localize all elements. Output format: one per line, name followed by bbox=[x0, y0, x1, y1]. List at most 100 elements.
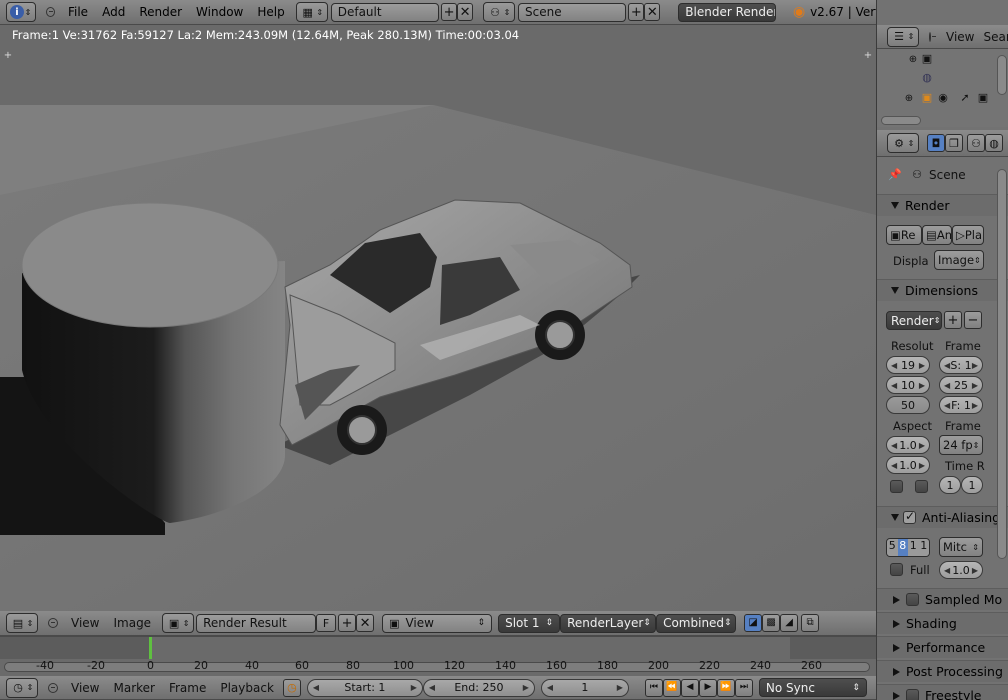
pin-image-button[interactable]: ⧉ bbox=[801, 614, 820, 632]
current-frame-indicator[interactable] bbox=[149, 637, 152, 659]
border-checkbox[interactable] bbox=[890, 480, 903, 493]
display-dropdown[interactable]: Image ⇕ bbox=[934, 250, 984, 270]
menu-view[interactable]: View bbox=[64, 681, 106, 695]
render-animation-button[interactable]: ▤ An bbox=[922, 225, 952, 245]
tab-scene[interactable]: ⚇ bbox=[967, 134, 985, 152]
aspect-x-field[interactable]: ◀ 1.0 ▶ bbox=[886, 436, 930, 454]
menu-playback[interactable]: Playback bbox=[213, 681, 281, 695]
render-layer-dropdown[interactable]: RenderLayer ⇕ bbox=[560, 613, 657, 633]
add-preset-button[interactable]: + bbox=[944, 311, 962, 329]
aa-filter-size-field[interactable]: ◀ 1.0 ▶ bbox=[939, 561, 983, 579]
full-sample-checkbox[interactable] bbox=[890, 563, 903, 576]
region-toggle-right-icon[interactable]: + bbox=[860, 47, 876, 63]
outliner-tree[interactable]: ⊕ ▣ ◍ ⊕ ▣ ◉ ➚ ▣ bbox=[877, 49, 1008, 127]
remove-scene-button[interactable]: ✕ bbox=[644, 3, 661, 21]
panel-antialiasing-header[interactable]: Anti-Aliasing bbox=[877, 506, 1008, 528]
editor-type-timeline-dropdown[interactable]: ◷ ⇕ bbox=[6, 677, 38, 698]
aa-filter-dropdown[interactable]: Mitc ⇕ bbox=[939, 537, 983, 557]
resolution-y-field[interactable]: ◀ 10 ▶ bbox=[886, 376, 930, 394]
play-reverse-button[interactable]: ◀ bbox=[680, 678, 699, 697]
aa-sample-option[interactable]: 5 bbox=[887, 539, 898, 556]
menu-marker[interactable]: Marker bbox=[106, 681, 161, 695]
frame-rate-dropdown[interactable]: 24 fp ⇕ bbox=[939, 435, 983, 455]
panel-freestyle-header[interactable]: Freestyle bbox=[877, 684, 1008, 700]
outliner-hscrollbar[interactable] bbox=[881, 116, 921, 125]
scene-field[interactable]: Scene bbox=[518, 2, 627, 22]
camera-render-icon[interactable]: ▣ bbox=[975, 89, 991, 105]
view-mode-dropdown[interactable]: ▣ View ⇕ bbox=[382, 613, 493, 633]
tab-render-layers[interactable]: ❐ bbox=[945, 134, 963, 152]
menu-frame[interactable]: Frame bbox=[162, 681, 213, 695]
image-name-field[interactable]: Render Result bbox=[196, 613, 317, 633]
tab-render[interactable]: ◘ bbox=[927, 134, 945, 152]
remove-preset-button[interactable]: − bbox=[964, 311, 982, 329]
jump-end-button[interactable]: ⏭ bbox=[734, 678, 753, 697]
aa-samples-selector[interactable]: 5 8 1 1 bbox=[886, 538, 930, 557]
region-toggle-left-icon[interactable]: + bbox=[0, 47, 16, 63]
next-keyframe-button[interactable]: ⏩ bbox=[716, 678, 735, 697]
menu-image[interactable]: Image bbox=[106, 616, 158, 630]
sync-mode-dropdown[interactable]: No Sync ⇕ bbox=[758, 678, 867, 697]
editor-type-info-dropdown[interactable]: i ⇕ bbox=[6, 2, 36, 22]
draw-zbuffer-button[interactable]: ◢ bbox=[780, 614, 799, 632]
render-preset-dropdown[interactable]: Render ⇕ bbox=[886, 311, 942, 330]
aa-sample-option[interactable]: 1 bbox=[918, 539, 929, 556]
tab-world[interactable]: ◍ bbox=[985, 134, 1003, 152]
frame-end-field[interactable]: ◀ 25 ▶ bbox=[939, 376, 983, 394]
add-screen-button[interactable]: + bbox=[441, 3, 458, 21]
antialiasing-checkbox[interactable] bbox=[903, 509, 916, 524]
render-result-viewport[interactable]: Frame:1 Ve:31762 Fa:59127 La:2 Mem:243.0… bbox=[0, 25, 876, 611]
properties-vscrollbar[interactable] bbox=[997, 169, 1007, 559]
draw-color-button[interactable]: ◪ bbox=[744, 614, 763, 632]
panel-performance-header[interactable]: Performance bbox=[877, 636, 1008, 658]
aa-sample-option[interactable]: 1 bbox=[908, 539, 919, 556]
current-frame-field[interactable]: ◀ 1 ▶ bbox=[540, 678, 629, 697]
panel-dimensions-header[interactable]: Dimensions bbox=[877, 279, 1008, 301]
add-scene-button[interactable]: + bbox=[628, 3, 645, 21]
screen-layout-field[interactable]: Default bbox=[330, 2, 440, 22]
freestyle-checkbox[interactable] bbox=[906, 689, 919, 700]
panel-render-header[interactable]: Render bbox=[877, 194, 1008, 216]
remap-new-field[interactable]: 1 bbox=[961, 476, 983, 494]
timeline-area[interactable]: -40 -20 0 20 40 60 80 100 120 140 160 18… bbox=[0, 636, 876, 676]
timeline-scrollbar[interactable] bbox=[4, 662, 870, 672]
aspect-y-field[interactable]: ◀ 1.0 ▶ bbox=[886, 456, 930, 474]
start-frame-field[interactable]: ◀ Start: 1 ▶ bbox=[306, 678, 423, 697]
frame-start-field[interactable]: ◀ S: 1 ▶ bbox=[939, 356, 983, 374]
panel-post-processing-header[interactable]: Post Processing bbox=[877, 660, 1008, 682]
collapse-menu-icon[interactable] bbox=[929, 31, 936, 42]
image-browse-dropdown[interactable]: ▣ ⇕ bbox=[162, 613, 195, 633]
render-engine-dropdown[interactable]: Blender Render ⇕ bbox=[678, 2, 777, 22]
menu-add[interactable]: Add bbox=[95, 5, 132, 19]
end-frame-field[interactable]: ◀ End: 250 ▶ bbox=[422, 678, 535, 697]
collapse-menu-icon[interactable] bbox=[48, 618, 58, 628]
preview-range-button[interactable]: ◷ bbox=[282, 678, 301, 697]
prev-keyframe-button[interactable]: ⏪ bbox=[662, 678, 681, 697]
menu-file[interactable]: File bbox=[61, 5, 95, 19]
panel-shading-header[interactable]: Shading bbox=[877, 612, 1008, 634]
draw-alpha-button[interactable]: ▩ bbox=[762, 614, 781, 632]
motion-blur-checkbox[interactable] bbox=[906, 593, 919, 606]
unlink-image-button[interactable]: ✕ bbox=[356, 614, 375, 632]
playback-button[interactable]: ▷ Pla bbox=[952, 225, 984, 245]
resolution-percent-field[interactable]: 50 bbox=[886, 396, 930, 414]
menu-render[interactable]: Render bbox=[132, 5, 189, 19]
collapse-menu-icon[interactable] bbox=[48, 682, 58, 693]
remap-old-field[interactable]: 1 bbox=[939, 476, 961, 494]
editor-type-properties-dropdown[interactable]: ⚙ ⇕ bbox=[887, 133, 919, 153]
cursor-icon[interactable]: ➚ bbox=[957, 89, 973, 105]
expand-icon[interactable]: ⊕ bbox=[901, 90, 917, 106]
menu-window[interactable]: Window bbox=[189, 5, 250, 19]
editor-type-outliner-dropdown[interactable]: ☰ ⇕ bbox=[887, 26, 919, 47]
frame-step-field[interactable]: ◀ F: 1 ▶ bbox=[939, 396, 983, 414]
menu-help[interactable]: Help bbox=[250, 5, 291, 19]
resolution-x-field[interactable]: ◀ 19 ▶ bbox=[886, 356, 930, 374]
remove-screen-button[interactable]: ✕ bbox=[457, 3, 473, 21]
crop-checkbox[interactable] bbox=[915, 480, 928, 493]
outliner-vscrollbar[interactable] bbox=[997, 55, 1007, 95]
pin-icon[interactable]: 📌 bbox=[887, 166, 903, 182]
scene-icon-dropdown[interactable]: ⚇ ⇕ bbox=[483, 2, 515, 22]
outliner-search-field[interactable]: Sear bbox=[981, 30, 1008, 44]
menu-view[interactable]: View bbox=[64, 616, 106, 630]
screen-layout-icon-dropdown[interactable]: ▦ ⇕ bbox=[295, 2, 328, 22]
